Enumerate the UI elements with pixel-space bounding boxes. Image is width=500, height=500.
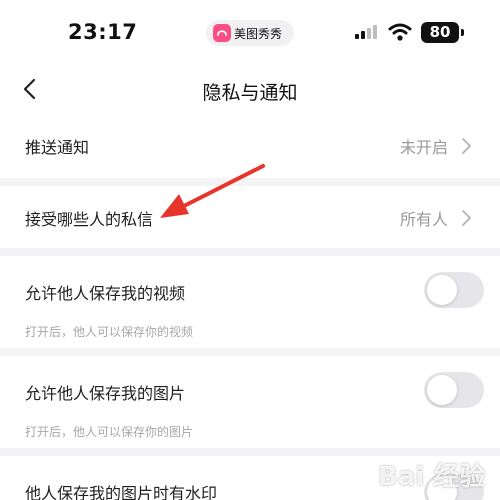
cellular-signal-icon (355, 25, 377, 39)
meitu-logo-icon (213, 24, 231, 42)
save-images-toggle[interactable] (424, 372, 484, 408)
watermark-text: Bai 经验 (378, 462, 486, 492)
chevron-right-icon (462, 210, 471, 226)
toggle-knob (427, 275, 457, 305)
app-indicator-pill[interactable]: 美图秀秀 (206, 20, 294, 46)
setting-label: 他人保存我的图片时有水印 (25, 484, 218, 500)
nav-bar: 隐私与通知 (0, 68, 500, 112)
toggle-knob (427, 375, 457, 405)
setting-value: 未开启 (399, 138, 448, 157)
setting-hint: 打开后，他人可以保存你的视频 (25, 325, 194, 339)
setting-row-save-images: 允许他人保存我的图片 打开后，他人可以保存你的图片 (0, 356, 500, 448)
page-title: 隐私与通知 (202, 82, 298, 104)
setting-hint: 打开后，他人可以保存你的图片 (25, 425, 194, 439)
status-bar: 23:17 美图秀秀 80 (0, 0, 500, 68)
setting-label: 允许他人保存我的图片 (25, 384, 186, 403)
wifi-icon (388, 23, 412, 41)
chevron-right-icon (462, 138, 471, 154)
save-videos-toggle[interactable] (424, 272, 484, 308)
setting-value: 所有人 (399, 210, 448, 229)
battery-indicator: 80 (421, 22, 459, 43)
setting-label: 推送通知 (25, 138, 90, 157)
setting-row-save-videos: 允许他人保存我的视频 打开后，他人可以保存你的视频 (0, 256, 500, 348)
setting-row-message-permission[interactable]: 接受哪些人的私信 所有人 (0, 186, 500, 248)
setting-label: 允许他人保存我的视频 (25, 284, 186, 303)
status-time: 23:17 (68, 20, 138, 44)
app-indicator-name: 美图秀秀 (234, 27, 283, 41)
setting-row-push-notifications[interactable]: 推送通知 未开启 (0, 112, 500, 178)
battery-tip (461, 29, 464, 36)
baidu-jingyan-watermark: Bai 经验 (370, 450, 500, 500)
setting-label: 接受哪些人的私信 (25, 210, 154, 229)
